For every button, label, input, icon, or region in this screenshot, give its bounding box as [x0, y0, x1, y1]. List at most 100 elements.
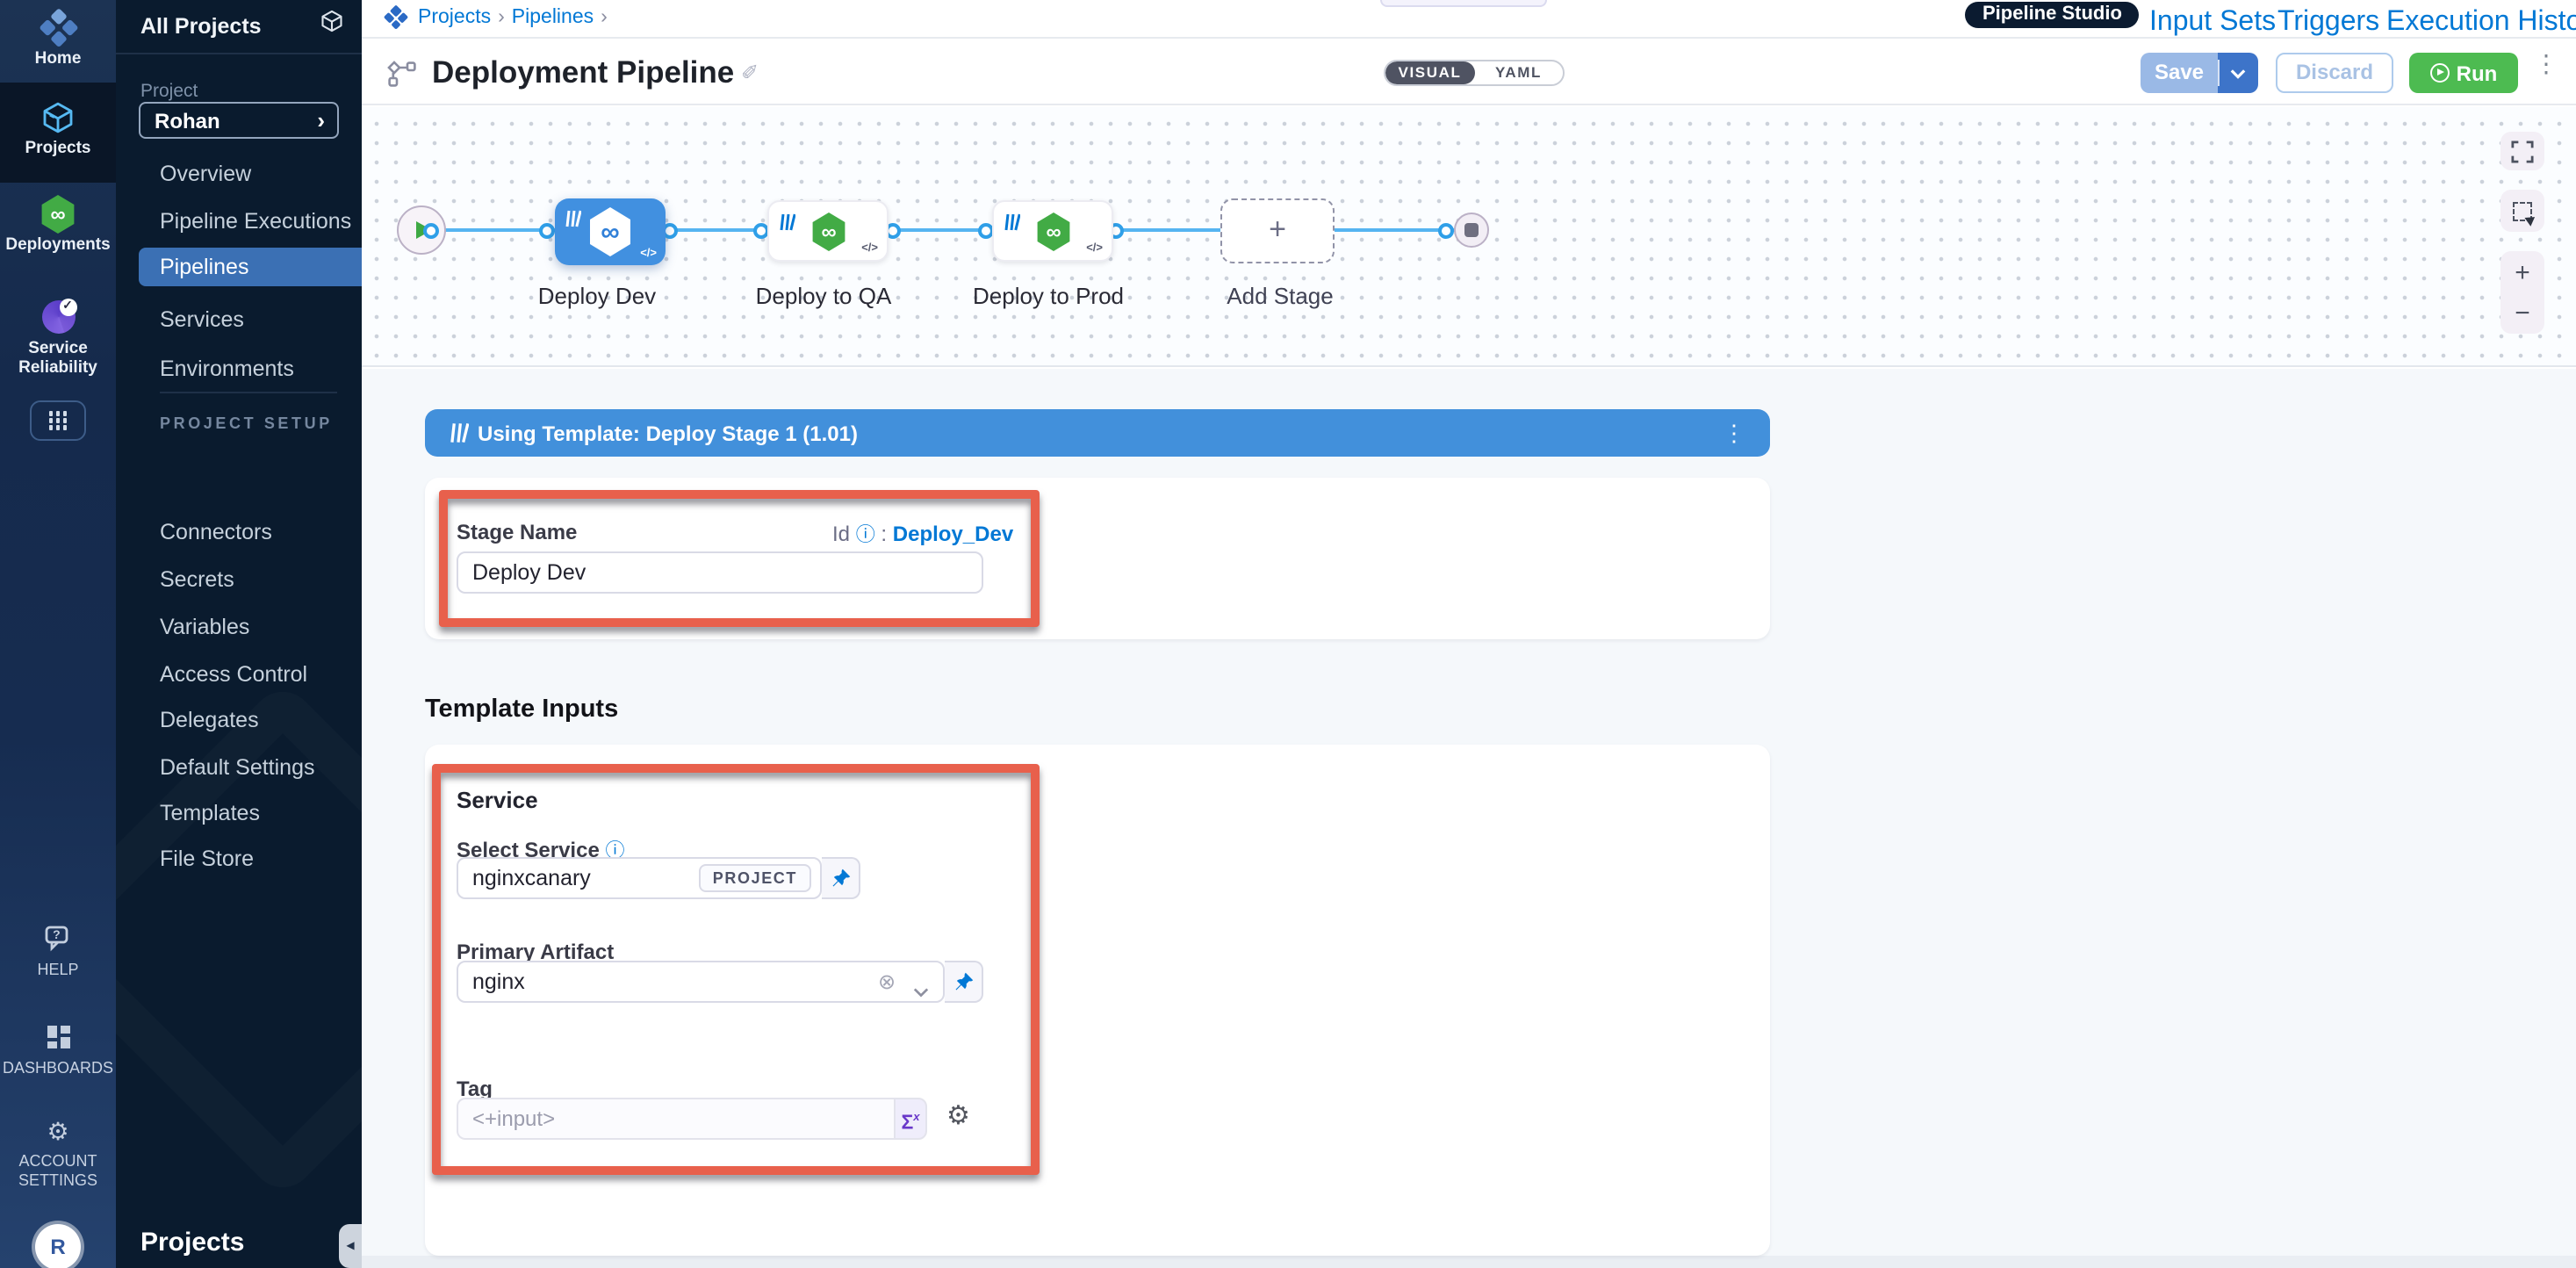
edge-port [1438, 222, 1454, 238]
rail-item-deployments[interactable]: ∞ Deployments [0, 186, 116, 274]
stage-id-row: Id ⓘ : Deploy_Dev [832, 520, 1013, 548]
save-dropdown-button[interactable] [2218, 53, 2258, 93]
stage-node-deploy-to-qa[interactable]: ∞ </> [767, 200, 889, 262]
stage-label: Deploy to Prod [943, 283, 1154, 309]
edit-pencil-icon[interactable]: ✎ [741, 58, 759, 83]
pin-artifact-button[interactable] [945, 961, 983, 1003]
divider [116, 53, 362, 54]
rail-item-label: Service Reliability [9, 341, 107, 378]
clipped-popup-edge [1380, 0, 1547, 7]
rail-item-help[interactable]: ? HELP [0, 920, 116, 979]
pipeline-menu-kebab[interactable]: ⋮ [2534, 56, 2558, 72]
canvas-fit-button[interactable] [2500, 132, 2544, 170]
nav-item-services[interactable]: Services [160, 307, 244, 332]
help-chat-icon: ? [0, 920, 116, 955]
stage-node-deploy-to-prod[interactable]: ∞ </> [992, 200, 1113, 262]
project-label: Project [140, 81, 198, 102]
banner-kebab-menu[interactable]: ⋮ [1723, 420, 1745, 448]
nav-item-file-store[interactable]: File Store [160, 847, 254, 871]
stage-label: Deploy Dev [492, 283, 702, 309]
stage-edit-section: Using Template: Deploy Stage 1 (1.01) ⋮ … [362, 369, 2576, 1268]
rail-item-home[interactable]: Home [0, 0, 116, 83]
nav-item-delegates[interactable]: Delegates [160, 708, 259, 732]
nav-item-access-control[interactable]: Access Control [160, 662, 307, 687]
nav-item-variables[interactable]: Variables [160, 615, 249, 639]
collapse-arrow-icon: ◀ [346, 1240, 354, 1252]
discard-button[interactable]: Discard [2276, 53, 2393, 93]
stage-id-value[interactable]: Deploy_Dev [893, 522, 1013, 546]
canvas-reset-selection-button[interactable] [2500, 190, 2544, 232]
nav-collapse-button[interactable]: ◀ [339, 1224, 362, 1268]
rail-item-label: Projects [0, 140, 116, 159]
project-selector[interactable]: Rohan › [139, 102, 339, 139]
rail-item-service-reliability[interactable]: ✓ Service Reliability [0, 292, 116, 393]
cube-projects-icon [0, 100, 116, 135]
nav-item-templates[interactable]: Templates [160, 801, 260, 825]
visual-yaml-toggle[interactable]: VISUAL YAML [1384, 60, 1565, 86]
nav-item-secrets[interactable]: Secrets [160, 567, 234, 592]
service-heading: Service [457, 787, 538, 813]
nav-item-environments[interactable]: Environments [160, 357, 294, 381]
nav-item-overview[interactable]: Overview [160, 162, 251, 186]
nav-item-connectors[interactable]: Connectors [160, 520, 272, 544]
projects-section-heading: Projects [140, 1228, 244, 1257]
chevron-down-icon[interactable] [913, 975, 929, 1006]
expression-sigma-button[interactable]: Σx [894, 1098, 927, 1140]
run-button[interactable]: Run [2409, 53, 2518, 93]
info-icon[interactable]: ⓘ [856, 525, 875, 546]
chevron-right-icon: › [317, 107, 325, 133]
harness-logo-icon [382, 4, 409, 32]
rail-item-projects[interactable]: Projects [0, 83, 116, 183]
breadcrumb: Projects›Pipelines› [418, 7, 615, 28]
play-circle-icon [2430, 63, 2450, 83]
all-projects-link[interactable]: All Projects [140, 14, 262, 39]
project-setup-label: PROJECT SETUP [160, 414, 333, 432]
rail-item-label: ACCOUNT SETTINGS [14, 1152, 102, 1189]
code-icon: </> [861, 242, 878, 255]
deployments-hexagon-icon: ∞ [0, 197, 116, 232]
add-stage-node[interactable]: + [1220, 198, 1335, 263]
breadcrumb-projects-link[interactable]: Projects [418, 7, 491, 28]
main-content: Projects›Pipelines› Pipeline Studio Inpu… [362, 0, 2576, 1268]
service-reliability-icon: ✓ [0, 299, 116, 335]
pipeline-canvas[interactable]: ∞ </> ∞ </> ∞ </> + Deploy Dev Deploy to… [362, 107, 2576, 367]
cd-hexagon-icon: ∞ [1036, 213, 1071, 251]
zoom-out-button[interactable]: − [2515, 292, 2530, 333]
nav-item-pipeline-executions[interactable]: Pipeline Executions [160, 209, 351, 234]
gear-icon: ⚙ [0, 1113, 116, 1149]
pin-service-button[interactable] [822, 857, 860, 899]
tab-triggers[interactable]: Triggers [2277, 7, 2379, 39]
cd-hexagon-icon: ∞ [811, 213, 846, 251]
stage-node-deploy-dev[interactable]: ∞ </> [555, 198, 666, 265]
toggle-yaml[interactable]: YAML [1474, 61, 1563, 84]
banner-text: Using Template: Deploy Stage 1 (1.01) [478, 421, 858, 445]
tab-execution-history[interactable]: Execution History [2386, 7, 2576, 39]
nav-item-pipelines[interactable]: Pipelines [139, 248, 362, 286]
toggle-visual[interactable]: VISUAL [1385, 61, 1474, 84]
chevron-down-icon [2230, 68, 2246, 78]
code-icon: </> [1086, 242, 1103, 255]
rail-item-label: DASHBOARDS [0, 1059, 116, 1077]
breadcrumb-pipelines-link[interactable]: Pipelines [512, 7, 594, 28]
clear-icon[interactable]: ⊗ [878, 969, 896, 994]
tab-pipeline-studio[interactable]: Pipeline Studio [1965, 0, 2140, 39]
nav-item-default-settings[interactable]: Default Settings [160, 755, 315, 780]
tab-input-sets[interactable]: Input Sets [2149, 7, 2276, 39]
tag-input[interactable] [457, 1098, 894, 1140]
user-avatar[interactable]: R [35, 1224, 81, 1268]
rail-item-label: HELP [0, 961, 116, 979]
divider [160, 392, 337, 393]
rail-item-dashboards[interactable]: DASHBOARDS [0, 1019, 116, 1077]
module-grid-button[interactable] [30, 400, 86, 441]
stage-name-input[interactable] [457, 551, 983, 594]
pin-icon [830, 868, 851, 889]
template-bars-icon [1003, 209, 1020, 241]
tag-settings-gear-icon[interactable]: ⚙ [946, 1101, 970, 1133]
template-bars-icon [778, 209, 795, 241]
save-button[interactable]: Save [2141, 53, 2218, 93]
all-projects-cube-icon[interactable] [320, 9, 344, 42]
edge-port [539, 222, 555, 238]
zoom-in-button[interactable]: + [2515, 252, 2530, 292]
primary-artifact-input[interactable] [457, 961, 945, 1003]
rail-item-account-settings[interactable]: ⚙ ACCOUNT SETTINGS [0, 1113, 116, 1189]
